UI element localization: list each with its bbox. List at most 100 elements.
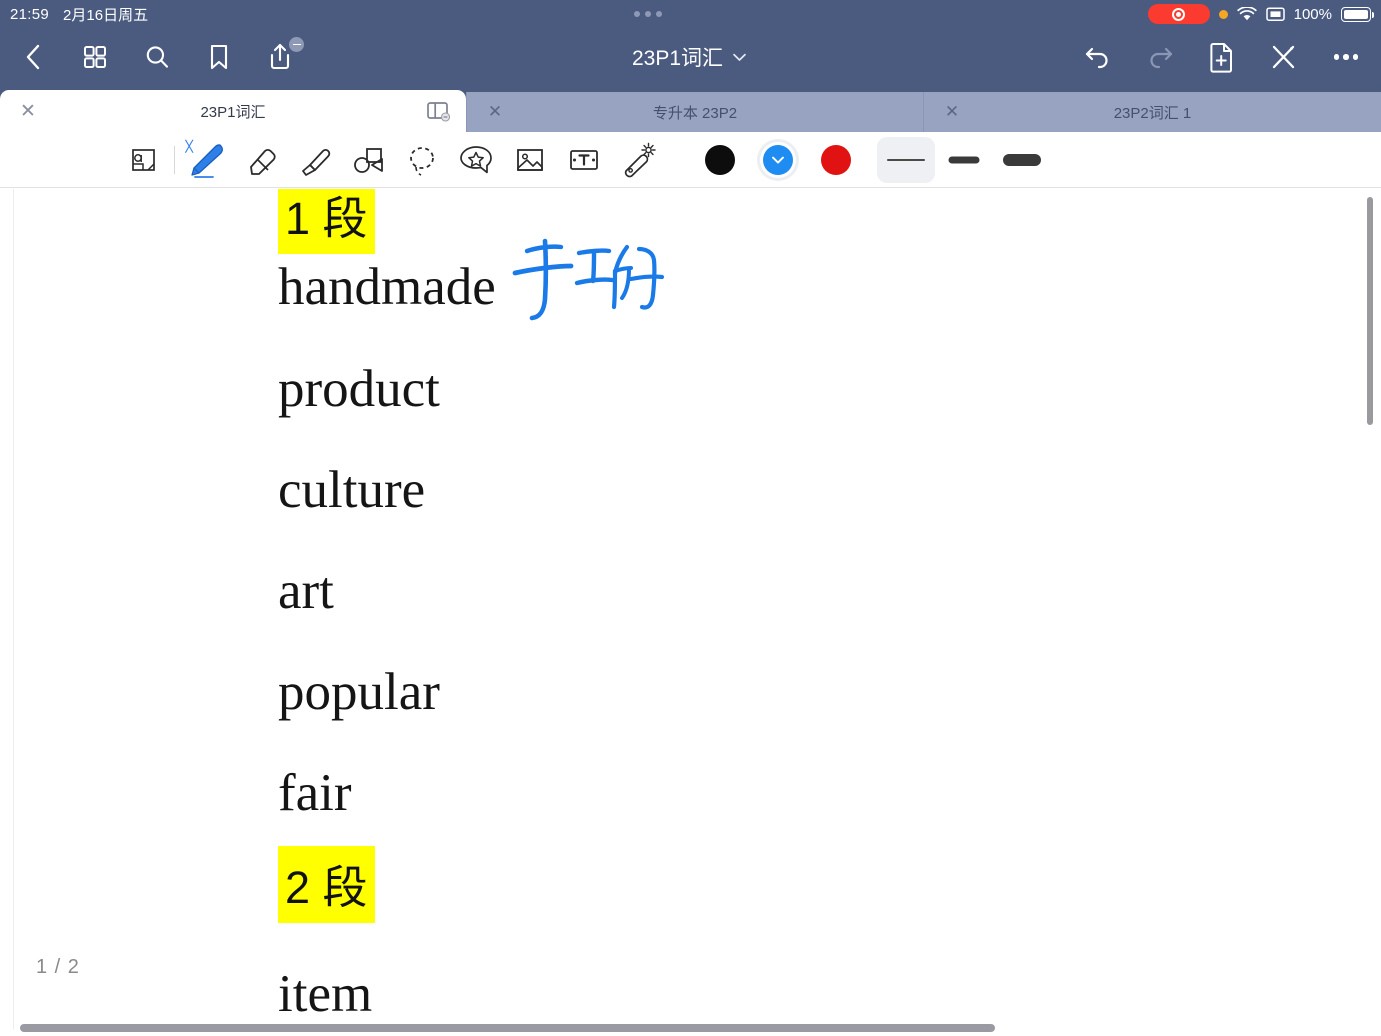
sticker-tool[interactable] bbox=[449, 136, 503, 184]
page-indicator: 1 / 2 bbox=[36, 956, 80, 978]
tab-label: 23P2词汇 1 bbox=[1113, 104, 1192, 122]
tab-close-icon[interactable]: ✕ bbox=[467, 92, 523, 132]
drawing-toolbar: ᚷ bbox=[0, 132, 1381, 188]
back-button[interactable] bbox=[14, 38, 52, 76]
magic-wand-icon bbox=[624, 142, 656, 177]
word-fair: fair bbox=[278, 764, 352, 822]
add-page-button[interactable] bbox=[1203, 38, 1241, 76]
word-item: item bbox=[278, 965, 373, 1023]
search-icon bbox=[146, 46, 169, 68]
bookmark-icon bbox=[210, 44, 228, 70]
document-title-button[interactable]: 23P1词汇 bbox=[300, 42, 1079, 72]
battery-icon bbox=[1341, 6, 1374, 22]
tab-zsb-23p2[interactable]: ✕ 专升本 23P2 bbox=[466, 92, 923, 132]
chevron-left-icon bbox=[26, 44, 40, 70]
tab-23p2-ci-hui-1[interactable]: ✕ 23P2词汇 1 bbox=[923, 92, 1381, 132]
horizontal-scrollbar[interactable] bbox=[20, 1024, 995, 1032]
pen-tool[interactable]: ᚷ bbox=[179, 136, 233, 184]
crossed-pen-icon bbox=[1272, 45, 1295, 69]
share-badge bbox=[288, 36, 305, 53]
clock: 21:59 bbox=[10, 5, 50, 23]
stroke-thin-icon bbox=[887, 158, 925, 161]
word-handmade: handmade bbox=[278, 258, 496, 316]
laser-tool[interactable] bbox=[611, 136, 665, 184]
date-label: 2月16日周五 bbox=[63, 6, 149, 24]
thumbnails-button[interactable] bbox=[76, 38, 114, 76]
battery-percent: 100% bbox=[1293, 5, 1332, 23]
tab-label: 专升本 23P2 bbox=[652, 104, 738, 122]
nav-left-group bbox=[0, 36, 305, 76]
split-view-icon[interactable] bbox=[426, 99, 450, 123]
color-black-button[interactable] bbox=[691, 136, 749, 184]
star-bubble-icon bbox=[460, 145, 492, 173]
dynamic-island-dots bbox=[148, 11, 1148, 17]
navigation-bar: 23P1词汇 bbox=[0, 28, 1381, 86]
handwriting-annotation-shougongde bbox=[505, 233, 675, 328]
bookmark-button[interactable] bbox=[200, 38, 238, 76]
text-box-icon bbox=[570, 149, 598, 170]
tab-23p1[interactable]: ✕ 23P1词汇 bbox=[0, 90, 466, 132]
undo-button[interactable] bbox=[1079, 38, 1117, 76]
chevron-down-icon bbox=[772, 156, 784, 164]
tab-close-icon[interactable]: ✕ bbox=[0, 90, 56, 132]
highlighter-tool[interactable] bbox=[287, 136, 341, 184]
redo-button[interactable] bbox=[1141, 38, 1179, 76]
stroke-thick-button[interactable] bbox=[993, 137, 1051, 183]
chevron-down-icon bbox=[733, 53, 746, 61]
shapes-icon bbox=[354, 147, 383, 173]
image-tool[interactable] bbox=[503, 136, 557, 184]
shapes-tool[interactable] bbox=[341, 136, 395, 184]
status-bar: 21:59 2月16日周五 100% bbox=[0, 0, 1381, 28]
lasso-tool[interactable] bbox=[395, 136, 449, 184]
vertical-scrollbar[interactable] bbox=[1367, 197, 1373, 425]
highlighter-icon bbox=[302, 148, 331, 176]
lasso-icon bbox=[410, 146, 434, 176]
page-margin-line bbox=[13, 189, 14, 1029]
word-product: product bbox=[278, 360, 440, 418]
word-art: art bbox=[278, 562, 334, 620]
toolbar-separator bbox=[174, 145, 175, 174]
close-tool-button[interactable] bbox=[1265, 38, 1303, 76]
nav-right-group bbox=[1079, 38, 1381, 76]
text-tool[interactable] bbox=[557, 136, 611, 184]
note-canvas[interactable]: 1 段 handmade product culture art popular… bbox=[0, 189, 1381, 1036]
color-swatch-blue bbox=[763, 144, 793, 175]
tab-close-icon[interactable]: ✕ bbox=[924, 92, 980, 132]
screen-mirroring-icon bbox=[1265, 6, 1285, 21]
color-swatch-black bbox=[705, 144, 735, 175]
stroke-medium-button[interactable] bbox=[935, 137, 993, 183]
undo-icon bbox=[1085, 47, 1108, 69]
eraser-icon bbox=[250, 148, 276, 175]
word-popular: popular bbox=[278, 663, 440, 721]
color-blue-button[interactable] bbox=[749, 136, 807, 184]
tab-bar: ✕ 23P1词汇 ✕ 专升本 23P2 ✕ 23P2词汇 1 bbox=[0, 86, 1381, 132]
share-button[interactable] bbox=[262, 36, 305, 76]
status-bar-right: 100% bbox=[1147, 4, 1381, 24]
stroke-medium-icon bbox=[948, 156, 980, 163]
orange-privacy-dot-icon bbox=[1218, 9, 1228, 19]
eraser-tool[interactable] bbox=[233, 136, 287, 184]
ipad-notes-app: 21:59 2月16日周五 100% 23P1词汇 ✕ 23P1词汇 ✕ 专升本… bbox=[0, 0, 1381, 1036]
page-fold-icon bbox=[132, 148, 155, 171]
more-button[interactable] bbox=[1327, 38, 1365, 76]
ellipsis-icon bbox=[1333, 54, 1359, 60]
document-plus-icon bbox=[1210, 43, 1232, 73]
page-mode-tool[interactable] bbox=[116, 136, 170, 184]
wifi-icon bbox=[1236, 6, 1257, 20]
stroke-thin-button[interactable] bbox=[877, 136, 935, 183]
color-red-button[interactable] bbox=[807, 136, 865, 184]
tab-label: 23P1词汇 bbox=[200, 103, 266, 121]
highlight-block-2: 2 段 bbox=[278, 846, 375, 923]
color-selected-ring bbox=[757, 138, 799, 181]
page-title: 23P1词汇 bbox=[631, 47, 724, 70]
recording-indicator[interactable] bbox=[1147, 4, 1210, 24]
status-bar-left: 21:59 2月16日周五 bbox=[0, 4, 148, 25]
color-swatch-red bbox=[821, 144, 851, 175]
grid-icon bbox=[84, 46, 106, 68]
search-button[interactable] bbox=[138, 38, 176, 76]
image-icon bbox=[517, 148, 543, 171]
bluetooth-icon: ᚷ bbox=[185, 137, 194, 154]
highlight-block-1: 1 段 bbox=[278, 189, 375, 254]
stroke-thick-icon bbox=[1003, 153, 1041, 166]
word-culture: culture bbox=[278, 461, 426, 519]
